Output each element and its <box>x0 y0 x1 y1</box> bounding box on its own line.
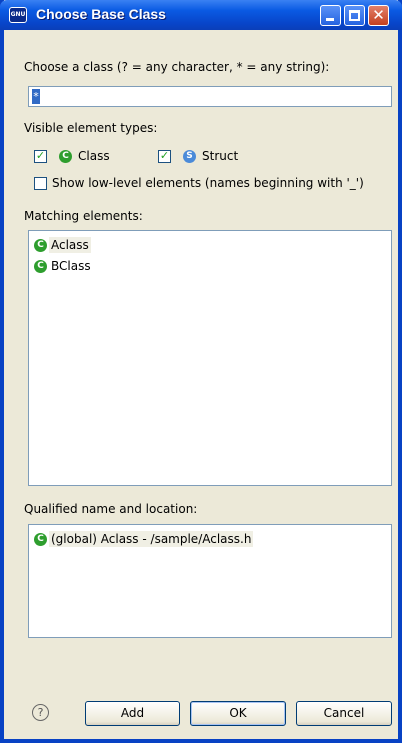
app-icon: GNU <box>9 7 27 23</box>
class-icon: C <box>59 150 72 163</box>
list-item[interactable]: C (global) Aclass - /sample/Aclass.h <box>34 530 254 548</box>
class-pattern-input[interactable]: * <box>28 86 392 107</box>
struct-icon: S <box>183 150 196 163</box>
maximize-button[interactable] <box>344 5 365 26</box>
class-checkbox-label: Class <box>78 149 110 163</box>
check-icon: ✓ <box>35 149 46 162</box>
choose-base-class-dialog: GNU Choose Base Class ✕ Choose a class (… <box>0 0 402 743</box>
filter-label: Choose a class (? = any character, * = a… <box>24 60 330 74</box>
cancel-button[interactable]: Cancel <box>296 701 392 726</box>
qualified-name-label: Qualified name and location: <box>24 502 198 516</box>
matching-elements-list[interactable]: C Aclass C BClass <box>28 230 392 486</box>
check-icon: ✓ <box>159 149 170 162</box>
pattern-value: * <box>32 89 40 104</box>
close-icon: ✕ <box>372 6 385 24</box>
class-checkbox[interactable]: ✓ <box>34 149 47 163</box>
minimize-icon <box>326 18 334 21</box>
window-title: Choose Base Class <box>36 6 166 22</box>
list-item-label: BClass <box>51 259 91 273</box>
matching-elements-label: Matching elements: <box>24 209 143 223</box>
help-icon[interactable]: ? <box>32 704 49 721</box>
list-item-label: Aclass <box>49 237 91 253</box>
class-icon: C <box>34 532 47 546</box>
close-button[interactable]: ✕ <box>368 5 389 26</box>
struct-checkbox-label: Struct <box>202 149 239 163</box>
maximize-icon <box>349 10 360 21</box>
list-item[interactable]: C BClass <box>34 257 93 275</box>
qualified-name-list[interactable]: C (global) Aclass - /sample/Aclass.h <box>28 524 392 638</box>
list-item-label: (global) Aclass - /sample/Aclass.h <box>49 531 254 547</box>
list-item[interactable]: C Aclass <box>34 236 91 254</box>
class-icon: C <box>34 238 47 252</box>
ok-button[interactable]: OK <box>190 701 286 726</box>
struct-checkbox[interactable]: ✓ <box>158 149 171 163</box>
title-bar[interactable]: GNU Choose Base Class ✕ <box>0 0 402 30</box>
minimize-button[interactable] <box>320 5 341 26</box>
class-icon: C <box>34 259 47 273</box>
add-button[interactable]: Add <box>85 701 180 726</box>
low-level-checkbox[interactable] <box>34 177 47 190</box>
element-types-label: Visible element types: <box>24 121 158 135</box>
low-level-label: Show low-level elements (names beginning… <box>52 176 364 190</box>
